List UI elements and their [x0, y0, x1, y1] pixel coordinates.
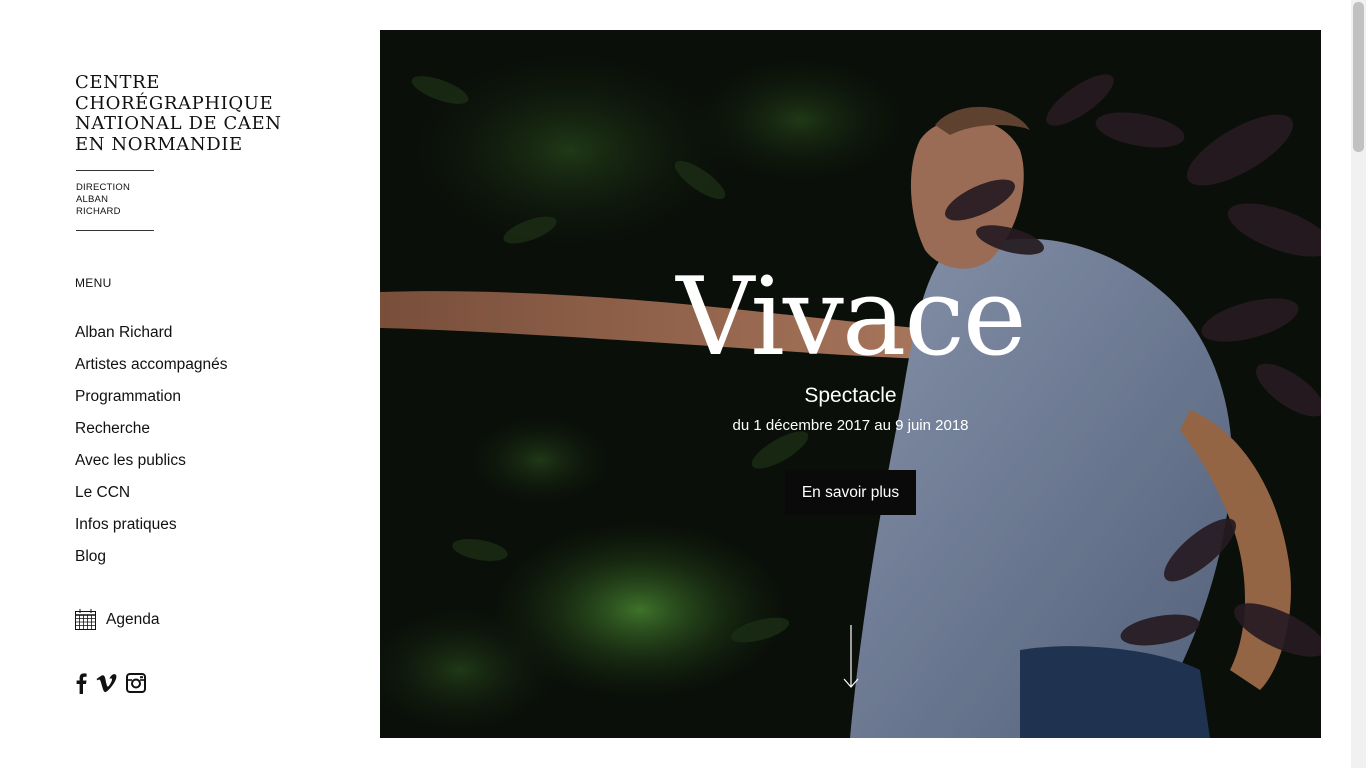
nav-item-le-ccn[interactable]: Le CCN — [75, 482, 228, 514]
hero-dates: du 1 décembre 2017 au 9 juin 2018 — [732, 417, 969, 434]
hero-subtitle: Spectacle — [804, 384, 897, 407]
arrow-down-icon[interactable] — [842, 625, 860, 689]
logo-line: EN NORMANDIE — [75, 133, 243, 155]
logo-line: NATIONAL DE CAEN — [75, 113, 282, 134]
main-nav: Alban Richard Artistes accompagnés Progr… — [75, 322, 228, 578]
direction-label: DIRECTION — [76, 182, 131, 193]
vimeo-icon[interactable] — [96, 673, 117, 693]
instagram-icon[interactable] — [126, 673, 146, 693]
nav-item-blog[interactable]: Blog — [75, 546, 228, 578]
calendar-icon — [75, 609, 96, 630]
logo-line: CENTRE — [75, 72, 160, 93]
sidebar: CENTRE CHORÉGRAPHIQUE NATIONAL DE CAEN E… — [0, 0, 380, 768]
nav-item-programmation[interactable]: Programmation — [75, 386, 228, 418]
nav-item-recherche[interactable]: Recherche — [75, 418, 228, 450]
hero-banner: Vivace Spectacle du 1 décembre 2017 au 9… — [380, 30, 1321, 738]
director-name: ALBAN RICHARD — [76, 194, 121, 217]
hero-title: Vivace — [676, 255, 1026, 380]
nav-item-avec-les-publics[interactable]: Avec les publics — [75, 450, 228, 482]
site-logo[interactable]: CENTRE CHORÉGRAPHIQUE NATIONAL DE CAEN E… — [75, 72, 305, 155]
social-links — [75, 672, 155, 694]
facebook-icon[interactable] — [75, 672, 87, 694]
nav-item-infos-pratiques[interactable]: Infos pratiques — [75, 514, 228, 546]
menu-heading: MENU — [75, 276, 112, 290]
learn-more-button[interactable]: En savoir plus — [785, 470, 916, 515]
scrollbar-thumb[interactable] — [1353, 2, 1364, 152]
page-scrollbar[interactable] — [1351, 0, 1366, 768]
logo-line: CHORÉGRAPHIQUE — [75, 92, 274, 114]
agenda-label: Agenda — [106, 610, 160, 628]
nav-item-alban-richard[interactable]: Alban Richard — [75, 322, 228, 354]
direction-credit: DIRECTION ALBAN RICHARD — [76, 170, 154, 231]
agenda-link[interactable]: Agenda — [75, 609, 159, 630]
nav-item-artistes-accompagnes[interactable]: Artistes accompagnés — [75, 354, 228, 386]
